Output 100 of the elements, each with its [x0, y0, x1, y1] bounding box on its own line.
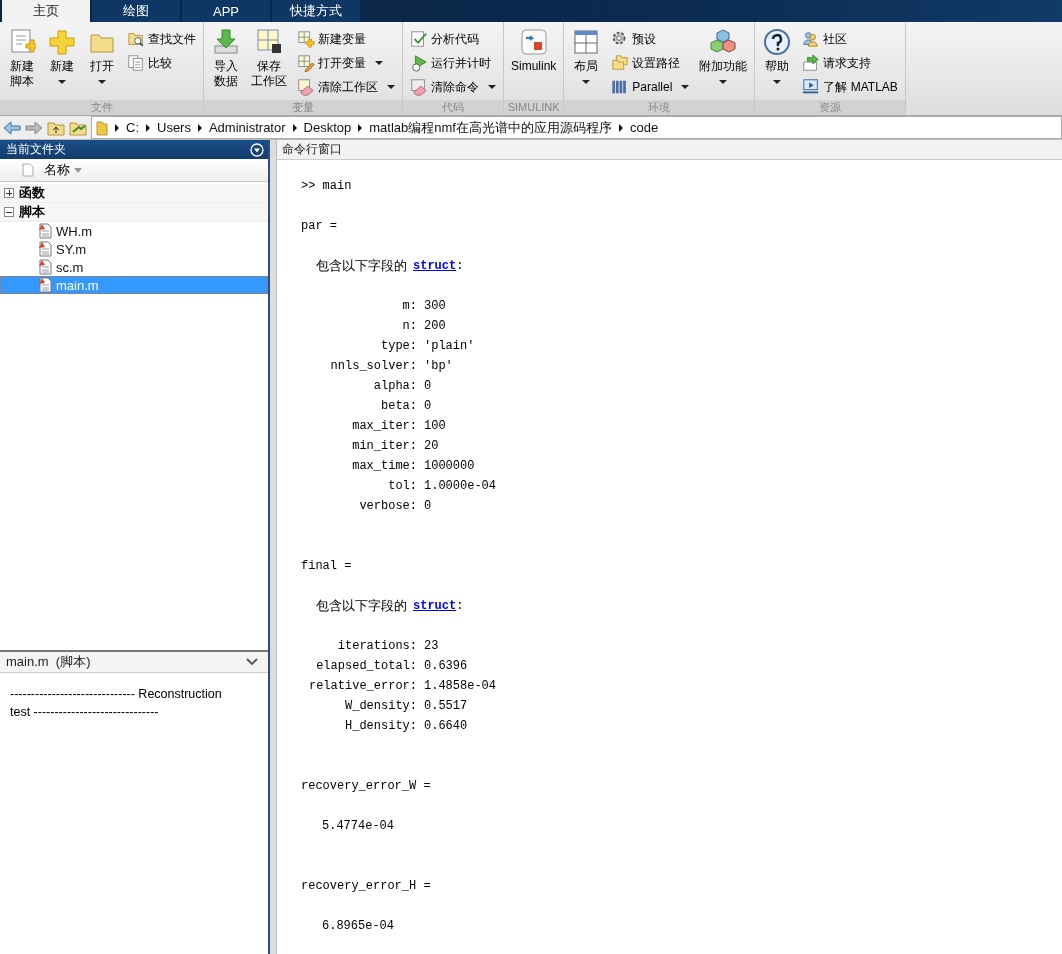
field-value: 0	[424, 378, 432, 395]
ribbon-button[interactable]: Parallel	[607, 76, 694, 98]
ribbon-button[interactable]: 导入 数据	[207, 26, 245, 100]
field-value: 0.6640	[424, 718, 468, 735]
path-segment[interactable]: Users	[157, 120, 191, 135]
file-item[interactable]: sc.m	[0, 258, 268, 276]
field-value: 0.6396	[424, 658, 468, 675]
grid-pencil-icon	[297, 54, 315, 72]
ribbon-tab[interactable]: APP	[182, 0, 270, 22]
ribbon-tab[interactable]: 绘图	[92, 0, 180, 22]
ribbon-tab[interactable]: 主页	[2, 0, 90, 22]
path-separator-icon	[618, 123, 623, 132]
ribbon-button[interactable]: 新建 脚本	[3, 26, 41, 100]
expander-icon[interactable]	[4, 188, 14, 198]
simulink-icon	[519, 28, 548, 56]
path-segment[interactable]: C:	[126, 120, 139, 135]
struct-link[interactable]: struct	[413, 256, 457, 276]
eraser-icon	[410, 78, 428, 96]
ribbon-button[interactable]: 请求支持	[798, 52, 902, 74]
layout-icon	[572, 28, 601, 56]
path-separator-icon	[292, 123, 297, 132]
output-line: recovery_error_H =	[301, 878, 432, 895]
field-name: verbose:	[358, 498, 417, 515]
up-folder-icon[interactable]	[47, 119, 65, 136]
ribbon-button[interactable]: 运行并计时	[406, 52, 500, 74]
chevron-down-icon[interactable]	[246, 658, 258, 666]
struct-link[interactable]: struct	[413, 596, 457, 616]
ribbon-button[interactable]: 打开	[83, 26, 121, 100]
help-icon	[763, 28, 792, 56]
folder-search-icon	[127, 30, 145, 48]
section-label: SIMULINK	[504, 100, 564, 115]
ribbon-button[interactable]: 打开变量	[293, 52, 399, 74]
details-header[interactable]: main.m (脚本)	[0, 652, 268, 673]
ribbon-button[interactable]: 查找文件	[123, 28, 200, 50]
ribbon-button[interactable]: 新建变量	[293, 28, 399, 50]
field-name: type:	[380, 338, 417, 355]
field-name: n:	[401, 318, 417, 335]
check-document-icon	[410, 30, 428, 48]
ribbon-button[interactable]: 新建	[43, 26, 81, 100]
path-separator-icon	[146, 123, 150, 132]
monitor-play-icon	[802, 78, 821, 96]
plus-icon	[48, 28, 76, 56]
output-line: 包含以下字段的	[316, 258, 407, 275]
path-segment[interactable]: matlab编程nmf在高光谱中的应用源码程序	[369, 118, 612, 137]
file-item[interactable]: SY.m	[0, 240, 268, 258]
ribbon-button[interactable]: 帮助	[758, 26, 797, 100]
field-value: 'plain'	[424, 338, 475, 355]
output-line: 包含以下字段的	[316, 598, 407, 615]
tree-group[interactable]: 脚本	[0, 203, 268, 222]
output-value: 6.8965e-04	[321, 918, 395, 935]
field-value: 0.5517	[424, 698, 468, 715]
field-value: 1.0000e-04	[424, 478, 496, 495]
sort-icon	[74, 167, 82, 173]
details-title: main.m (脚本)	[6, 653, 91, 671]
path-segment[interactable]: code	[629, 120, 659, 135]
ribbon-button[interactable]: 附加功能	[695, 26, 752, 100]
ribbon-tab[interactable]: 快捷方式	[272, 0, 360, 22]
path-segment[interactable]: Desktop	[303, 120, 352, 135]
field-value: 1000000	[424, 458, 475, 475]
panel-menu-icon[interactable]	[250, 142, 264, 157]
ribbon-button[interactable]: 设置路径	[607, 52, 694, 74]
script-file-icon	[38, 277, 52, 293]
details-text: ------------------------------ Reconstruction test ------------------------------	[9, 686, 223, 721]
ribbon-button[interactable]: 分析代码	[406, 28, 500, 50]
ribbon-button[interactable]: 保存 工作区	[247, 26, 291, 100]
expander-icon[interactable]	[4, 207, 14, 217]
field-value: 0	[424, 398, 432, 415]
ribbon-button[interactable]: 布局	[567, 26, 606, 100]
output-line: final =	[301, 558, 353, 575]
tree-group[interactable]: 函数	[0, 184, 268, 203]
field-name: elapsed_total:	[315, 658, 417, 675]
file-item[interactable]: WH.m	[0, 222, 268, 240]
colon-text: :	[456, 598, 464, 615]
ribbon-button[interactable]: 社区	[798, 28, 902, 50]
path-segment[interactable]: Administrator	[208, 120, 286, 135]
forward-icon[interactable]	[25, 119, 43, 136]
field-name: W_density:	[344, 698, 417, 715]
script-file-icon	[38, 223, 52, 239]
field-value: 100	[424, 418, 446, 435]
people-icon	[802, 30, 821, 48]
browse-folder-icon[interactable]	[69, 119, 87, 136]
field-value: 'bp'	[424, 358, 453, 375]
ribbon-button[interactable]: Simulink	[507, 26, 561, 100]
ribbon-button[interactable]: 了解 MATLAB	[798, 76, 902, 98]
ribbon-button[interactable]: 预设	[607, 28, 694, 50]
field-name: iterations:	[336, 638, 417, 655]
colon-text: :	[456, 258, 464, 275]
field-name: beta:	[380, 398, 417, 415]
output-value: 5.4774e-04	[321, 818, 395, 835]
ribbon-button[interactable]: 比较	[123, 52, 200, 74]
field-value: 20	[424, 438, 439, 455]
ribbon-button[interactable]: 清除工作区	[293, 76, 399, 98]
path-field[interactable]: C: Users Administrator Desktop matlab编程nmf在高光谱中的应用源码程序 code	[91, 116, 1062, 139]
group-label: 函数	[19, 184, 45, 202]
save-grid-icon	[255, 28, 283, 56]
field-name: max_time:	[351, 458, 417, 475]
back-icon[interactable]	[3, 119, 21, 136]
ribbon-button[interactable]: 清除命令	[406, 76, 500, 98]
field-name: min_iter:	[351, 438, 417, 455]
command-prompt: >> main	[301, 178, 353, 195]
